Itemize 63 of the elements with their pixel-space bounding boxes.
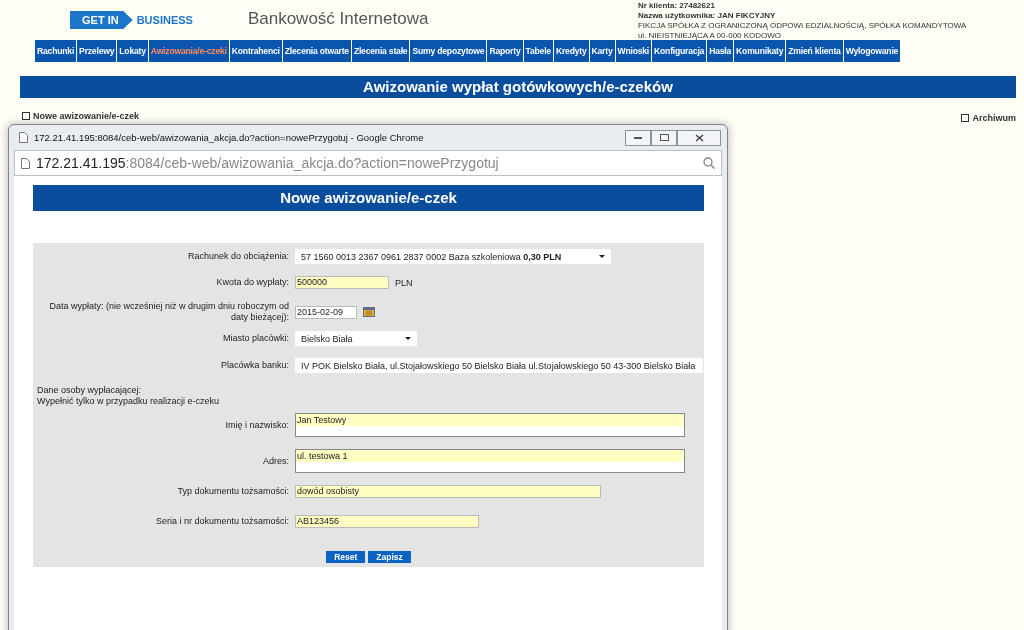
nav-tab[interactable]: Hasła [707,40,734,62]
nav-tab[interactable]: Tabele [523,40,553,62]
page-icon [21,157,30,169]
close-icon [694,133,704,142]
maximize-button[interactable] [651,129,677,146]
form-button[interactable]: Zapisz [368,551,411,563]
nav-tab[interactable]: Komunikaty [734,40,786,62]
client-address: ul. NIEISTNIEJĄCA A 00-000 KODOWO [637,31,783,41]
field-label: Kwota do wypłaty: [215,277,289,288]
nav-tab[interactable]: Zlecenia stałe [351,40,410,62]
calendar-icon[interactable] [363,307,375,317]
nav-tab[interactable]: Rachunki [35,40,77,62]
nav-tab[interactable]: Kredyty [553,40,589,62]
nav-tab[interactable]: Karty [589,40,615,62]
archive-link[interactable]: Archiwum [961,113,1016,123]
field-label: Data wypłaty: (nie wcześniej niż w drugim dniu roboczym od daty bieżącej): [48,301,289,323]
input-field[interactable]: 500000 [295,276,389,289]
input-field[interactable]: AB123456 [295,515,479,528]
minimize-icon [634,136,642,139]
minimize-button[interactable] [625,129,651,146]
nav-tab[interactable]: Zmień klienta [786,40,843,62]
section-note: Dane osoby wypłacającej: Wypełnić tylko w przypadku realizacji e-czeku [37,385,220,407]
caret-icon [599,255,605,258]
nav-tab[interactable]: Raporty [487,40,523,62]
text-area[interactable]: Jan Testowy [295,413,685,437]
page-icon [19,132,28,143]
select-field[interactable]: IV POK Bielsko Biała, ul.Stojałowskiego 50 Bielsko Biała ul.Stojałowskiego 50 43-300 Bielsko Biała [295,358,703,373]
address-bar[interactable]: 172.21.41.195:8084/ceb-web/awizowania_akcja.do?action=nowePrzygotuj [14,150,722,176]
nav-tab[interactable]: Konfiguracja [652,40,707,62]
nav-tab[interactable]: Kontrahenci [229,40,282,62]
nav-tab[interactable]: Zlecenia otwarte [282,40,351,62]
nav-tab[interactable]: Sumy depozytowe [410,40,487,62]
bank-logo: GET IN BUSINESS [70,11,193,29]
text-area[interactable]: ul. testowa 1 [295,449,685,473]
caret-icon [405,337,411,340]
maximize-icon [659,134,669,141]
nav-tab[interactable]: Wnioski [615,40,652,62]
new-link[interactable]: Nowe awizowanie/e-czek [22,108,140,123]
field-label: Miasto placówki: [221,333,289,344]
nav-tab[interactable]: Lokaty [117,40,148,62]
app-title: Bankowość Internetowa [247,9,430,29]
input-field[interactable]: dowód osobisty [295,485,601,498]
client-address: FIKCJA SPÓŁKA Z OGRANICZONĄ ODPOWI EDZIALNOŚCIĄ, SPÓŁKA KOMANDYTOWA [637,21,967,31]
field-label: Rachunek do obciążenia: [186,251,289,262]
select-field[interactable]: 57 1560 0013 2367 0961 2837 0002 Baza szkoleniowa 0,30 PLN [295,249,611,264]
field-label: Typ dokumentu tożsamości: [176,486,289,497]
currency-label: PLN [395,277,413,288]
field-label: Imię i nazwisko: [224,419,289,431]
form-button[interactable]: Reset [326,551,366,563]
date-field[interactable]: 2015-02-09 [295,305,357,319]
form-heading: Nowe awizowanie/e-czek [33,185,704,211]
field-label: Adres: [262,455,289,467]
page-title: Awizowanie wypłat gotówkowych/e-czeków [20,76,1016,98]
field-label: Seria i nr dokumentu tożsamości: [154,516,289,527]
client-info: Nr klienta: 27482621 [637,1,716,11]
nav-tab[interactable]: Wylogowanie [843,40,901,62]
close-button[interactable] [677,129,721,146]
search-icon[interactable] [703,157,715,169]
window-title: 172.21.41.195:8084/ceb-web/awizowania_akcja.do?action=nowePrzygotuj - Google Chrome [34,132,424,143]
select-field[interactable]: Bielsko Biała [295,331,417,346]
field-label: Placówka banku: [219,360,289,371]
nav-tab[interactable]: Przelewy [77,40,117,62]
client-info: Nazwa użytkownika: JAN FIKCYJNY [637,11,777,20]
